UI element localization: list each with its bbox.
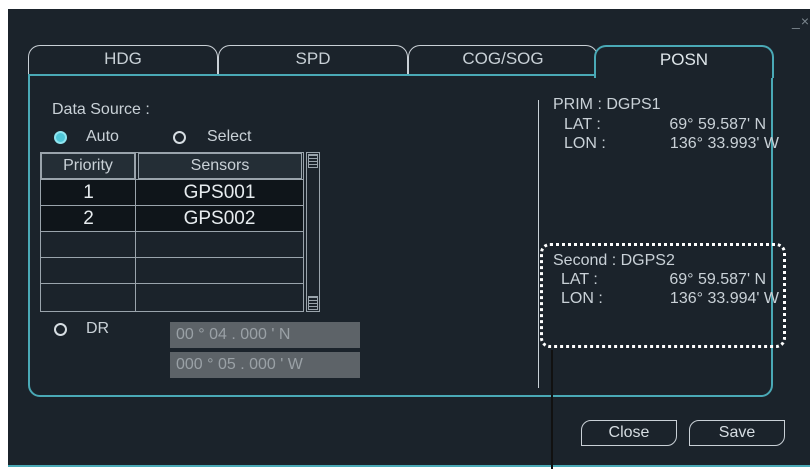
dr-latitude-field[interactable]: 00 ° 04 . 000 ' N (170, 322, 360, 348)
sensor-cell: GPS002 (183, 208, 256, 229)
header-sensors[interactable]: Sensors (138, 153, 302, 179)
save-button[interactable]: Save (689, 420, 785, 446)
priority-cell: 1 (83, 182, 94, 203)
table-row-empty[interactable] (41, 231, 303, 257)
auto-radio-label: Auto (86, 128, 119, 145)
callout-leader-line (551, 350, 553, 469)
prim-lon-label: LON : (564, 135, 606, 152)
tab-bar: HDG SPD COG/SOG POSN (28, 45, 774, 78)
scroll-down-icon[interactable] (308, 296, 318, 310)
table-row-empty[interactable] (41, 257, 303, 283)
tab-hdg[interactable]: HDG (28, 45, 218, 75)
tab-cog-sog[interactable]: COG/SOG (408, 45, 598, 75)
panel-divider (538, 100, 539, 388)
priority-cell: 2 (83, 208, 94, 229)
sensor-priority-table: Priority Sensors 1 GPS001 2 GPS002 (40, 152, 304, 312)
prim-lon-value: 136° 33.993' W (669, 135, 779, 152)
sensor-cell: GPS001 (183, 182, 256, 203)
table-row-empty[interactable] (41, 283, 303, 309)
header-priority[interactable]: Priority (41, 153, 135, 179)
select-radio[interactable] (173, 131, 186, 144)
tab-posn[interactable]: POSN (594, 45, 774, 78)
scroll-up-icon[interactable] (308, 154, 318, 168)
column-divider (135, 153, 136, 311)
second-position-callout (540, 243, 786, 348)
dr-longitude-field[interactable]: 000 ° 05 . 000 ' W (170, 352, 360, 378)
window-close-icon[interactable]: _× (792, 13, 810, 29)
data-source-label: Data Source : (52, 101, 150, 118)
prim-title: PRIM : DGPS1 (553, 96, 661, 113)
select-radio-label: Select (207, 128, 252, 145)
prim-lat-label: LAT : (564, 116, 601, 133)
table-row[interactable]: 1 GPS001 (41, 179, 303, 205)
close-button[interactable]: Close (581, 420, 677, 446)
table-scrollbar[interactable] (306, 152, 320, 312)
auto-radio[interactable] (54, 131, 67, 144)
dr-radio-label: DR (86, 320, 110, 337)
table-row[interactable]: 2 GPS002 (41, 205, 303, 231)
prim-lat-value: 69° 59.587' N (669, 116, 766, 133)
dr-radio[interactable] (54, 323, 67, 336)
tab-spd[interactable]: SPD (218, 45, 408, 75)
